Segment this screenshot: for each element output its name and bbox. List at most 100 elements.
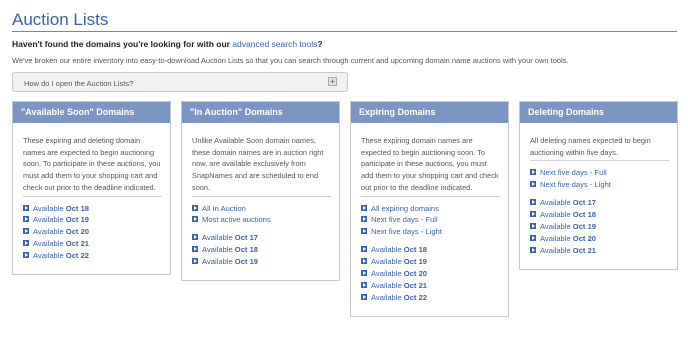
list-link[interactable]: Available Oct 18: [361, 244, 500, 256]
panel-1: "Available Soon" Domains These expiring a…: [12, 101, 171, 276]
list-link[interactable]: Available Oct 21: [530, 245, 669, 257]
arrow-right-icon: [23, 228, 29, 235]
link-label: Available: [33, 251, 66, 261]
list-link[interactable]: Next five days - Full: [530, 167, 669, 179]
list-link[interactable]: Available Oct 18: [192, 244, 331, 256]
link-date: Oct 20: [65, 227, 90, 237]
list-link[interactable]: Available Oct 19: [361, 256, 500, 268]
list-link[interactable]: Available Oct 22: [361, 292, 500, 304]
arrow-right-icon: [361, 281, 367, 288]
panel-3: Expiring Domains These expiring domain na…: [350, 101, 509, 317]
link-label: Available: [540, 222, 573, 232]
link-date: Oct 19: [234, 257, 259, 267]
link-label: Available: [33, 203, 66, 213]
list-link[interactable]: Available Oct 20: [23, 226, 162, 238]
link-label: Available: [540, 210, 573, 220]
panel-bottom-padding: [520, 257, 677, 269]
link-label: Next five days - Light: [371, 227, 442, 237]
link-label: Available: [33, 215, 66, 225]
arrow-right-icon: [361, 204, 367, 211]
link-date: Oct 21: [403, 280, 428, 290]
arrow-right-icon: [361, 216, 367, 223]
headline-text: Haven't found the domains you're looking…: [12, 39, 233, 49]
link-date: Oct 18: [403, 245, 428, 255]
link-date: Oct 19: [403, 257, 428, 267]
arrow-right-icon: [530, 223, 536, 230]
link-list: Next five days - Full Next five days - Li…: [530, 167, 669, 191]
arrow-right-icon: [530, 211, 536, 218]
panel-divider: [23, 195, 162, 197]
list-link[interactable]: Next five days - Light: [530, 179, 669, 191]
arrow-right-icon: [361, 293, 367, 300]
link-label: Next five days - Light: [540, 180, 611, 190]
link-list: Available Oct 17 Available Oct 18 Availabl…: [530, 197, 669, 257]
arrow-right-icon: [23, 252, 29, 259]
list-link[interactable]: Available Oct 19: [530, 221, 669, 233]
arrow-right-icon: [192, 216, 198, 223]
link-label: Available: [540, 245, 573, 255]
arrow-right-icon: [192, 246, 198, 253]
expand-icon[interactable]: +: [328, 77, 337, 86]
intro-text: We've broken our entire inventory into e…: [12, 56, 569, 65]
list-link[interactable]: Available Oct 19: [23, 214, 162, 226]
arrow-right-icon: [361, 270, 367, 277]
list-link[interactable]: Available Oct 17: [530, 197, 669, 209]
list-link[interactable]: Available Oct 22: [23, 250, 162, 262]
link-label: Available: [540, 233, 573, 243]
list-link[interactable]: Available Oct 20: [530, 233, 669, 245]
faq-label: How do I open the Auction Lists?: [24, 79, 134, 88]
link-date: Oct 17: [234, 233, 259, 243]
list-link[interactable]: Next five days - Full: [361, 214, 500, 226]
link-label: All expiring domains: [371, 203, 439, 213]
page-title: Auction Lists: [12, 10, 109, 29]
arrow-right-icon: [361, 246, 367, 253]
link-list: Available Oct 17 Available Oct 18 Availabl…: [192, 232, 331, 268]
list-link[interactable]: Most active auctions: [192, 214, 331, 226]
panel-title: Deleting Domains: [520, 102, 677, 123]
link-list: Available Oct 18 Available Oct 19 Availabl…: [23, 203, 162, 263]
list-link[interactable]: Available Oct 21: [23, 238, 162, 250]
link-label: Available: [540, 198, 573, 208]
link-label: Available: [371, 269, 404, 279]
link-label: Available: [371, 245, 404, 255]
panel-bottom-padding: [182, 268, 339, 280]
arrow-right-icon: [23, 216, 29, 223]
advanced-search-link[interactable]: advanced search tools: [232, 39, 317, 49]
link-date: Oct 17: [572, 198, 597, 208]
arrow-right-icon: [23, 240, 29, 247]
link-label: All In Auction: [202, 203, 246, 213]
panel-divider: [530, 160, 669, 162]
link-date: Oct 20: [572, 233, 597, 243]
arrow-right-icon: [23, 204, 29, 211]
list-link[interactable]: Available Oct 21: [361, 280, 500, 292]
panel-divider: [192, 195, 331, 197]
link-label: Available: [202, 245, 235, 255]
list-link[interactable]: Available Oct 17: [192, 232, 331, 244]
link-date: Oct 20: [403, 269, 428, 279]
list-link[interactable]: All In Auction: [192, 203, 331, 215]
arrow-right-icon: [361, 258, 367, 265]
panel-description: These expiring and deleting domain names…: [23, 136, 161, 192]
auction-lists-page: Auction Lists Haven't found the domains …: [0, 0, 688, 350]
list-link[interactable]: Available Oct 18: [23, 203, 162, 215]
list-link[interactable]: Available Oct 20: [361, 268, 500, 280]
link-date: Oct 22: [65, 251, 90, 261]
link-list: Available Oct 18 Available Oct 19 Availabl…: [361, 244, 500, 304]
list-link[interactable]: Available Oct 19: [192, 256, 331, 268]
link-label: Available: [202, 257, 235, 267]
list-link[interactable]: Next five days - Light: [361, 226, 500, 238]
panel-bottom-padding: [351, 304, 508, 316]
arrow-right-icon: [530, 169, 536, 176]
arrow-right-icon: [192, 204, 198, 211]
list-link[interactable]: All expiring domains: [361, 203, 500, 215]
link-date: Oct 22: [403, 292, 428, 302]
link-date: Oct 21: [572, 245, 597, 255]
panel-2: "In Auction" Domains Unlike Available Soo…: [181, 101, 340, 282]
link-label: Next five days - Full: [540, 168, 607, 178]
faq-toggle-bar[interactable]: How do I open the Auction Lists? +: [12, 72, 348, 92]
list-link[interactable]: Available Oct 18: [530, 209, 669, 221]
link-date: Oct 18: [234, 245, 259, 255]
arrow-right-icon: [192, 234, 198, 241]
arrow-right-icon: [530, 234, 536, 241]
link-label: Available: [371, 280, 404, 290]
